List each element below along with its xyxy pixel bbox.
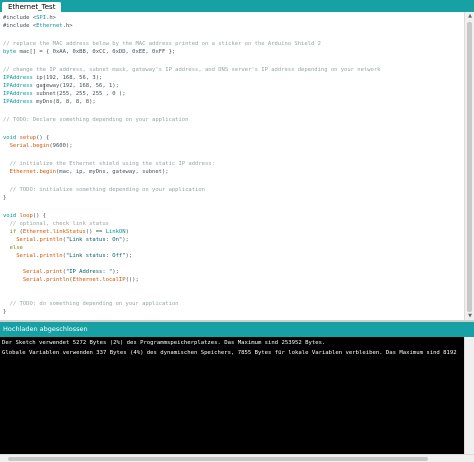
code-line-32: Serial.println(Ethernet.localIP());	[22, 277, 139, 283]
code-line-15: void setup() {	[3, 135, 50, 141]
editor-vertical-scrollbar[interactable]: ▲ ▼	[464, 12, 474, 320]
code-editor[interactable]: #include <SPI.h> #include <Ethernet.h> /…	[0, 12, 464, 320]
code-line-8: IPAddress ip(192, 168, 56, 3);	[3, 75, 103, 81]
status-bar: Hochladen abgeschlossen	[0, 322, 474, 337]
code-line-13: // TODO: Declare something depending on …	[3, 117, 189, 123]
chevron-up-icon[interactable]: ▲	[466, 12, 474, 20]
code-line-35: // TODO: do something depending on your …	[3, 301, 179, 307]
code-line-36: }	[3, 309, 7, 315]
scrollbar-thumb[interactable]	[8, 457, 428, 461]
code-line-24: void loop() {	[3, 213, 47, 219]
console-line: Der Sketch verwendet 5272 Bytes (2%) des…	[2, 340, 326, 346]
code-line-1: #include <SPI.h>	[3, 15, 56, 21]
code-line-19: Ethernet.begin(mac, ip, myDns, gateway, …	[9, 169, 169, 175]
code-line-25: // optional, check link status	[3, 221, 109, 227]
tab-ethernet-test[interactable]: Ethernet_Test	[2, 2, 62, 12]
code-line-9: IPAddress gateway(192, 168, 56, 1);	[3, 83, 119, 89]
code-line-16: Serial.begin(9600);	[9, 143, 73, 149]
code-line-10: IPAddress subnet(255, 255, 255 , 0 );	[3, 91, 126, 97]
status-message: Hochladen abgeschlossen	[3, 325, 88, 333]
code-line-5: byte mac[] = { 0xAA, 0xBB, 0xCC, 0xDD, 0…	[3, 49, 176, 55]
console-line: Globale Variablen verwenden 337 Bytes (4…	[2, 350, 457, 356]
scrollbar-thumb[interactable]	[467, 22, 472, 312]
code-line-7: // change the IP address, subnet mask, g…	[3, 67, 381, 73]
code-line-21: // TODO: initialize something depending …	[3, 187, 205, 193]
chevron-down-icon[interactable]: ▼	[466, 312, 474, 320]
tab-bar: Ethernet_Test	[0, 0, 474, 12]
code-line-2: #include <Ethernet.h>	[3, 23, 73, 29]
code-line-22: }	[3, 195, 7, 201]
code-line-29: Serial.println("Link status: Off");	[16, 253, 133, 259]
code-line-4: // replace the MAC address below by the …	[3, 41, 321, 47]
code-line-18: // initialize the Ethernet shield using …	[3, 161, 215, 167]
console-horizontal-scrollbar[interactable]	[0, 454, 474, 462]
output-console[interactable]: Der Sketch verwendet 5272 Bytes (2%) des…	[0, 337, 464, 454]
i-beam-cursor-icon: I	[43, 83, 46, 92]
console-vertical-scrollbar[interactable]	[464, 337, 474, 454]
code-line-31: Serial.print("IP Address: ");	[22, 269, 119, 275]
code-line-26: if (Ethernet.linkStatus() == LinkON)	[9, 229, 129, 235]
code-line-27: Serial.println("Link status: On");	[16, 237, 129, 243]
code-line-28: else	[9, 245, 23, 251]
code-line-11: IPAddress myDns(8, 8, 8, 8);	[3, 99, 96, 105]
